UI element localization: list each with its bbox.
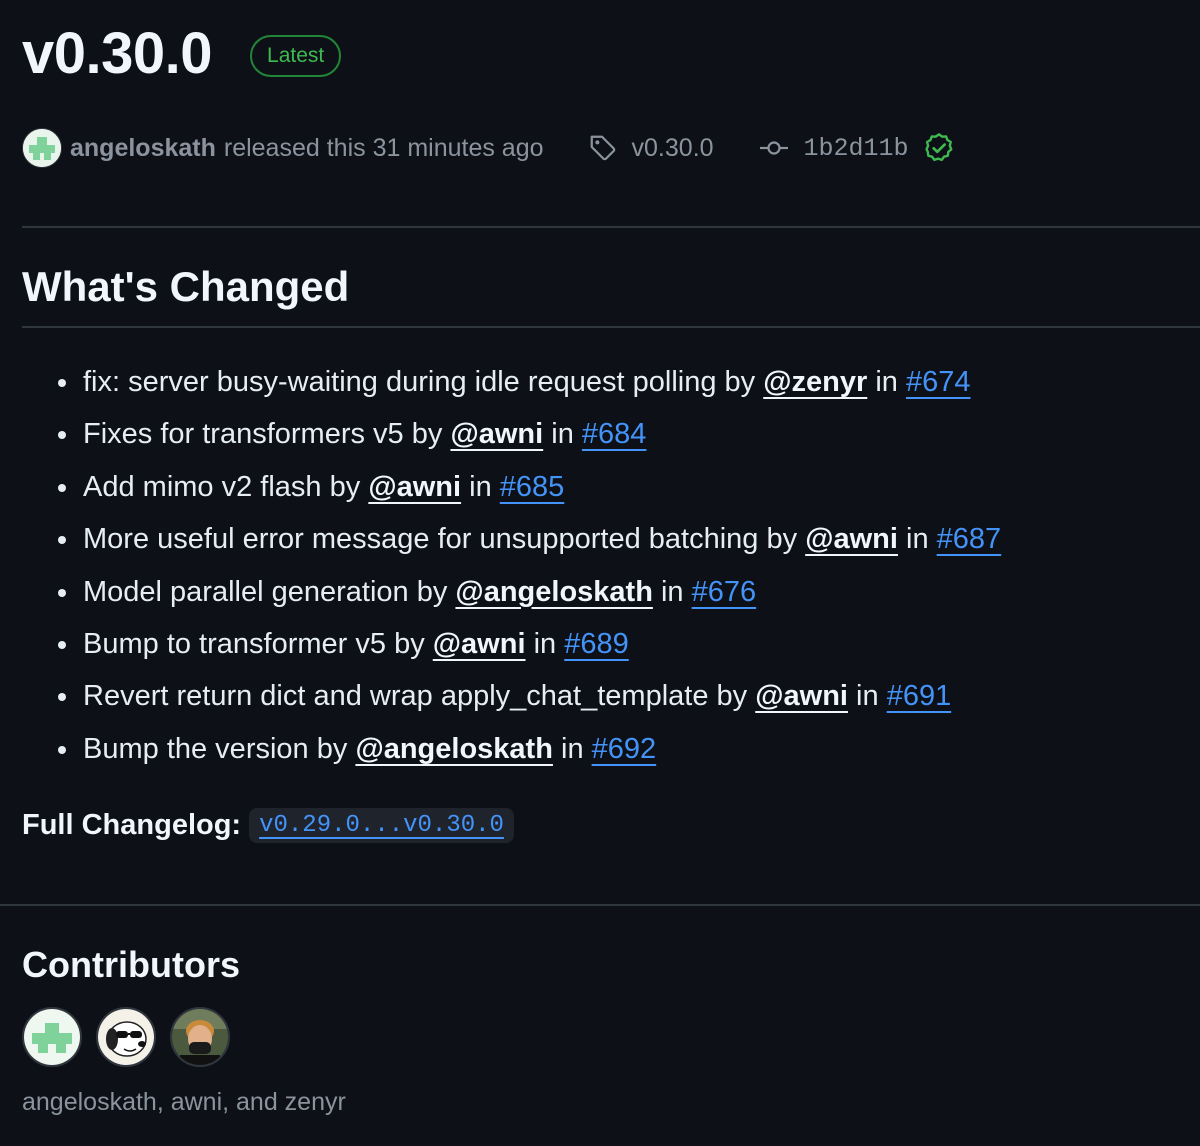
- git-commit-icon: [759, 141, 788, 155]
- pull-request-link[interactable]: #685: [500, 471, 565, 503]
- in-word: in: [875, 366, 898, 398]
- latest-badge: Latest: [250, 35, 342, 77]
- author-mention[interactable]: @awni: [755, 680, 848, 712]
- change-description: More useful error message for unsupporte…: [83, 523, 759, 556]
- in-word: in: [551, 418, 574, 451]
- list-item: More useful error message for unsupporte…: [22, 513, 1001, 565]
- change-description: Bump to transformer v5: [83, 627, 386, 660]
- release-title[interactable]: v0.30.0: [22, 14, 213, 94]
- changelog-compare-link[interactable]: v0.29.0...v0.30.0: [249, 807, 514, 843]
- list-item: Bump the version by @angeloskath in #692: [22, 723, 1001, 775]
- release-meta: angeloskath released this 31 minutes ago…: [22, 126, 955, 170]
- in-word: in: [856, 680, 879, 713]
- list-item: Revert return dict and wrap apply_chat_t…: [22, 670, 1001, 722]
- tag-icon: [590, 135, 615, 161]
- tag-label: v0.30.0: [631, 133, 714, 162]
- avatar-zenyr[interactable]: [170, 1007, 230, 1067]
- author-mention[interactable]: @angeloskath: [455, 576, 653, 608]
- changes-list: fix: server busy-waiting during idle req…: [22, 356, 1001, 775]
- by-word: by: [316, 732, 348, 765]
- list-item: Fixes for transformers v5 by @awni in #6…: [22, 408, 1001, 460]
- release-header: v0.30.0 Latest: [22, 14, 342, 94]
- bullet-dot: [58, 431, 66, 440]
- bullet-dot: [58, 379, 66, 387]
- in-word: in: [561, 732, 584, 765]
- avatar-angeloskath[interactable]: [22, 1007, 82, 1067]
- photo-avatar-image: [172, 1009, 228, 1065]
- contributors-heading: Contributors: [22, 944, 240, 985]
- author-link[interactable]: angeloskath: [70, 134, 216, 163]
- author-mention[interactable]: @angeloskath: [355, 733, 553, 765]
- heading-divider: [22, 326, 1200, 328]
- by-word: by: [416, 575, 448, 608]
- change-description: Add mimo v2 flash: [83, 470, 322, 503]
- in-word: in: [533, 627, 557, 660]
- by-word: by: [724, 366, 756, 398]
- in-word: in: [469, 470, 492, 503]
- identicon-image: [23, 129, 61, 167]
- by-word: by: [329, 470, 361, 503]
- full-changelog: Full Changelog: v0.29.0...v0.30.0: [22, 802, 514, 848]
- list-item: Bump to transformer v5 by @awni in #689: [22, 618, 1001, 670]
- author-mention[interactable]: @zenyr: [763, 366, 867, 398]
- bullet-dot: [58, 536, 66, 545]
- released-time: released this 31 minutes ago: [223, 133, 544, 162]
- pull-request-link[interactable]: #689: [564, 628, 629, 660]
- header-divider: [22, 226, 1200, 228]
- list-item: Model parallel generation by @angeloskat…: [22, 566, 1001, 618]
- pull-request-link[interactable]: #674: [906, 366, 971, 398]
- bullet-dot: [58, 588, 66, 597]
- by-word: by: [766, 523, 798, 556]
- pull-request-link[interactable]: #684: [582, 418, 647, 450]
- verified-check-icon[interactable]: [923, 132, 955, 164]
- in-word: in: [906, 523, 929, 556]
- contributors-divider: [0, 904, 1200, 906]
- by-word: by: [394, 627, 425, 660]
- author-mention[interactable]: @awni: [450, 418, 543, 450]
- changelog-label: Full Changelog:: [22, 808, 242, 841]
- tag-link[interactable]: v0.30.0: [588, 133, 714, 163]
- in-word: in: [660, 575, 684, 608]
- list-item: Add mimo v2 flash by @awni in #685: [22, 461, 1001, 513]
- contributor-avatars: [22, 1007, 244, 1067]
- bullet-dot: [58, 640, 66, 649]
- commit-sha: 1b2d11b: [803, 133, 909, 163]
- author-mention[interactable]: @awni: [368, 471, 461, 503]
- change-description: Revert return dict and wrap apply_chat_t…: [83, 680, 709, 713]
- author-avatar[interactable]: [22, 128, 62, 168]
- snoopy-avatar-image: [98, 1009, 154, 1065]
- bullet-dot: [58, 745, 66, 754]
- bullet-dot: [58, 693, 66, 702]
- identicon-image: [24, 1009, 80, 1065]
- pull-request-link[interactable]: #676: [692, 576, 757, 608]
- pull-request-link[interactable]: #691: [887, 680, 952, 712]
- author-mention[interactable]: @awni: [805, 523, 898, 555]
- list-item: fix: server busy-waiting during idle req…: [22, 356, 1001, 408]
- pull-request-link[interactable]: #692: [592, 733, 657, 765]
- change-description: Bump the version: [83, 732, 309, 765]
- pull-request-link[interactable]: #687: [937, 523, 1002, 555]
- change-description: Fixes for transformers v5: [83, 418, 404, 451]
- avatar-awni[interactable]: [96, 1007, 156, 1067]
- contributor-names: angeloskath, awni, and zenyr: [22, 1088, 346, 1116]
- author-mention[interactable]: @awni: [433, 628, 526, 660]
- whats-changed-heading: What's Changed: [22, 263, 350, 310]
- by-word: by: [411, 418, 443, 451]
- by-word: by: [716, 680, 748, 713]
- bullet-dot: [58, 483, 66, 492]
- change-description: fix: server busy-waiting during idle req…: [83, 366, 717, 398]
- change-description: Model parallel generation: [83, 575, 409, 608]
- commit-link[interactable]: 1b2d11b: [758, 132, 955, 164]
